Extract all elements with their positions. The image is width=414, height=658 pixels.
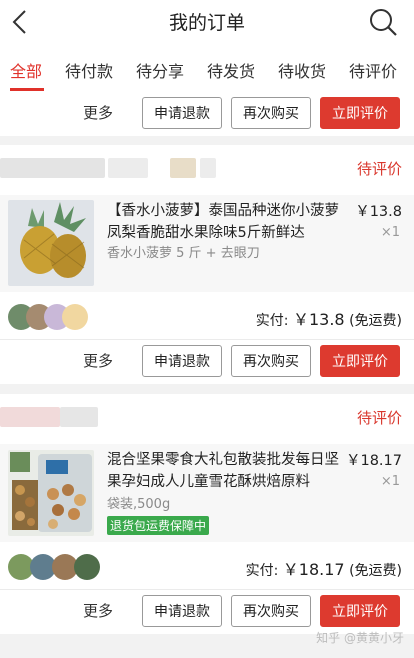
active-tab-indicator (10, 88, 44, 91)
tab-pending-receipt[interactable]: 待收货 (278, 58, 326, 82)
paid-amount: ￥13.8 (292, 310, 345, 329)
shop-name-blurred (108, 158, 148, 178)
refund-button[interactable]: 申请退款 (142, 345, 222, 377)
avatar (62, 304, 88, 330)
product-title: 【香水小菠萝】泰国品种迷你小菠萝凤梨香脆甜水果除味5斤新鲜达 (107, 203, 339, 241)
product-quantity: ×1 (380, 474, 400, 489)
top-bar: 我的订单 (0, 0, 414, 44)
review-button[interactable]: 立即评价 (320, 345, 400, 377)
nuts-product-image (8, 450, 94, 536)
watermark: 知乎 @黄黄小牙 (316, 631, 404, 645)
tab-all[interactable]: 全部 (10, 58, 42, 82)
rebuy-button[interactable]: 再次购买 (231, 97, 311, 129)
review-button[interactable]: 立即评价 (320, 595, 400, 627)
return-shipping-badge: 退货包运费保障中 (107, 516, 210, 535)
order-actions-row: 更多 申请退款 再次购买 立即评价 (0, 92, 414, 136)
payment-row: 实付: ￥13.8 (免运费) (0, 292, 414, 340)
more-button[interactable]: 更多 (83, 102, 113, 123)
paid-label: 实付: (255, 313, 289, 329)
product-price: ￥18.17 (345, 453, 402, 469)
shop-header[interactable]: 待评价 (0, 394, 414, 444)
order-status: 待评价 (356, 409, 402, 427)
tab-pending-shipment[interactable]: 待发货 (207, 58, 255, 82)
amount-paid: 实付: ￥13.8 (免运费) (256, 306, 402, 330)
shop-header[interactable]: 待评价 (0, 145, 414, 195)
shop-name-blurred (0, 158, 105, 178)
review-button[interactable]: 立即评价 (320, 97, 400, 129)
shop-name-blurred (60, 407, 98, 427)
refund-button[interactable]: 申请退款 (142, 595, 222, 627)
product-title: 混合坚果零食大礼包散装批发每日坚果孕妇成人儿童雪花酥烘焙原料 (107, 452, 339, 490)
refund-button[interactable]: 申请退款 (142, 97, 222, 129)
avatar (74, 554, 100, 580)
page-title: 我的订单 (168, 12, 245, 34)
rebuy-button[interactable]: 再次购买 (231, 345, 311, 377)
order-actions-row: 更多 申请退款 再次购买 立即评价 (0, 590, 414, 634)
paid-note: (免运费) (349, 563, 402, 579)
order-actions-row: 更多 申请退款 再次购买 立即评价 (0, 340, 414, 384)
payment-row: 实付: ￥18.17 (免运费) (0, 542, 414, 590)
order-tabs: 全部 待付款 待分享 待发货 待收货 待评价 (0, 44, 414, 93)
product-item[interactable]: 【香水小菠萝】泰国品种迷你小菠萝凤梨香脆甜水果除味5斤新鲜达 香水小菠萝 5 斤… (0, 195, 414, 292)
rebuy-button[interactable]: 再次购买 (231, 595, 311, 627)
shop-logo-blurred (170, 158, 196, 178)
product-item[interactable]: 混合坚果零食大礼包散装批发每日坚果孕妇成人儿童雪花酥烘焙原料 袋装,500g 退… (0, 444, 414, 542)
shop-name-blurred (200, 158, 216, 178)
more-button[interactable]: 更多 (83, 600, 113, 621)
tab-pending-share[interactable]: 待分享 (136, 58, 184, 82)
search-icon[interactable] (368, 7, 398, 37)
product-spec: 香水小菠萝 5 斤 + 去眼刀 (107, 246, 260, 261)
pineapple-product-image (8, 200, 94, 286)
paid-label: 实付: (245, 563, 279, 579)
tab-pending-review[interactable]: 待评价 (349, 58, 397, 82)
paid-amount: ￥18.17 (282, 560, 345, 579)
shop-logo-blurred (0, 407, 60, 427)
more-button[interactable]: 更多 (83, 350, 113, 371)
paid-note: (免运费) (349, 313, 402, 329)
product-quantity: ×1 (380, 225, 400, 240)
product-price: ￥13.8 (355, 204, 402, 220)
product-spec: 袋装,500g (107, 497, 171, 512)
amount-paid: 实付: ￥18.17 (免运费) (246, 556, 402, 580)
order-status: 待评价 (356, 160, 402, 178)
tab-pending-payment[interactable]: 待付款 (65, 58, 113, 82)
